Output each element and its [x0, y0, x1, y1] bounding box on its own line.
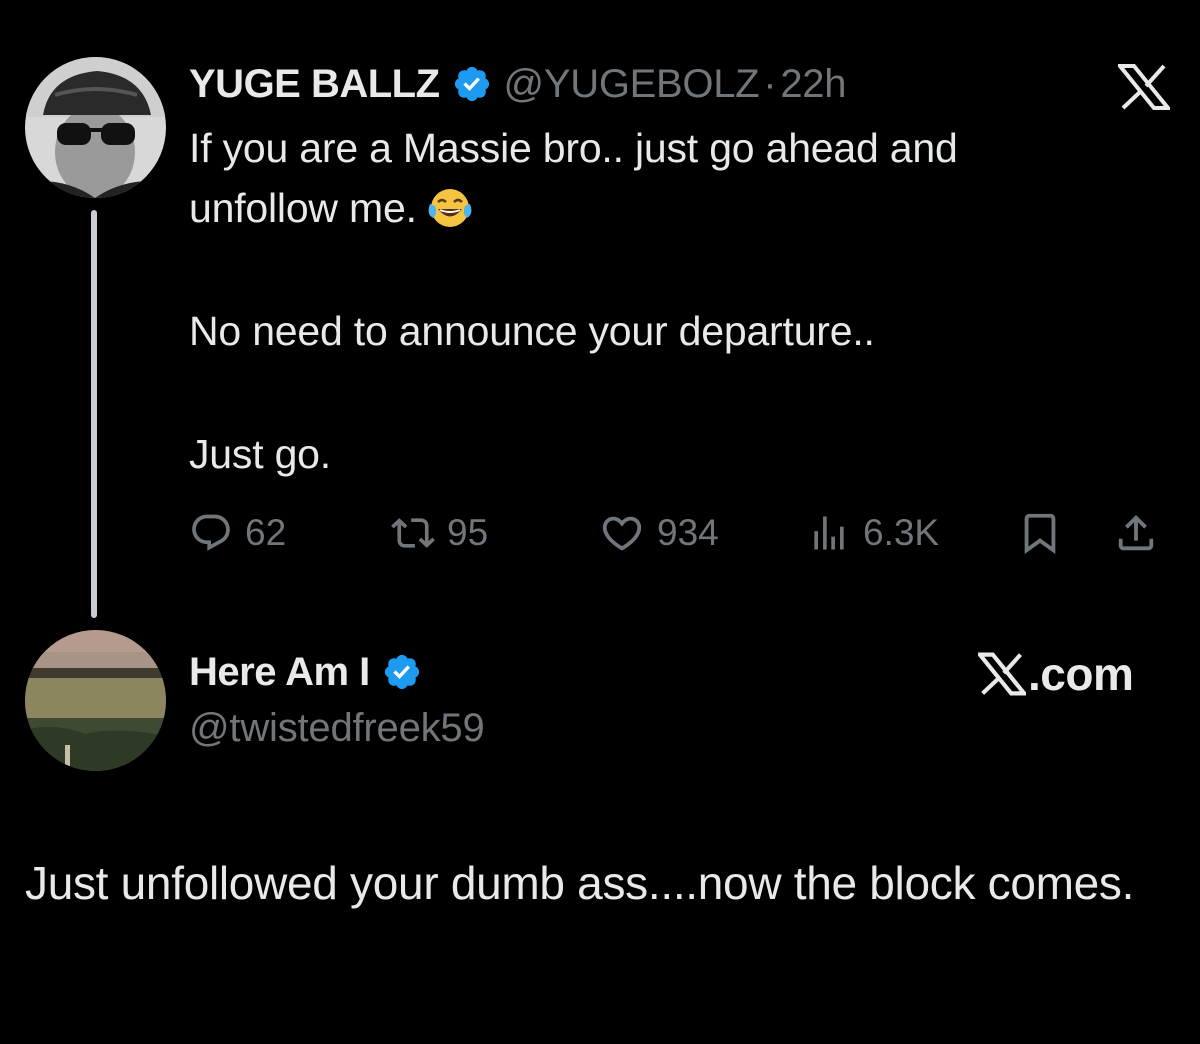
reply-text: Just unfollowed your dumb ass....now the…	[25, 857, 1135, 909]
verified-badge-icon	[384, 654, 419, 690]
x-com-branding: .com	[978, 646, 1134, 702]
views-count: 6.3K	[863, 511, 940, 553]
avatar-yuge-ballz[interactable]	[25, 57, 166, 198]
share-button[interactable]	[1113, 505, 1159, 560]
retweet-count: 95	[447, 511, 489, 553]
avatar-here-am-i[interactable]	[25, 630, 166, 771]
like-button[interactable]: 934	[599, 505, 719, 560]
timestamp[interactable]: 22h	[780, 62, 846, 107]
share-icon	[1118, 514, 1154, 550]
tweet-line-2: unfollow me.	[189, 178, 1169, 238]
quoting-display-name[interactable]: Here Am I	[189, 650, 370, 695]
retweet-button[interactable]: 95	[391, 505, 488, 560]
handle[interactable]: @YUGEBOLZ	[504, 62, 760, 107]
separator-dot: ·	[763, 61, 777, 106]
tweet-line-4: Just go.	[189, 431, 331, 477]
views-button[interactable]: 6.3K	[807, 505, 939, 560]
tweet-actions: 62 95 934 6.3K	[189, 505, 1174, 560]
verified-badge-icon	[454, 66, 489, 102]
views-chart-icon	[814, 516, 844, 549]
tweet-text: If you are a Massie bro.. just go ahead …	[189, 118, 1169, 484]
bookmark-icon	[1024, 513, 1056, 554]
profile-photo-field-icon	[25, 630, 166, 771]
x-logo-icon	[978, 652, 1026, 696]
reply-icon	[192, 514, 230, 551]
like-count: 934	[657, 511, 719, 553]
tweet-header: YUGE BALLZ @YUGEBOLZ · 22h	[189, 58, 846, 110]
reply-count: 62	[245, 511, 287, 553]
tweet-line-1: If you are a Massie bro.. just go ahead …	[189, 125, 958, 171]
x-logo-icon[interactable]	[1118, 64, 1170, 110]
bookmark-button[interactable]	[1017, 505, 1063, 560]
x-com-text: .com	[1028, 648, 1134, 700]
tweet-line-3: No need to announce your departure..	[189, 308, 875, 354]
tweet-line-2-text: unfollow me.	[189, 185, 417, 231]
quoting-user-header: Here Am I	[189, 646, 422, 698]
retweet-icon	[391, 517, 435, 548]
thread-line	[91, 210, 97, 618]
face-with-tears-of-joy-icon	[428, 189, 472, 228]
heart-icon	[602, 516, 642, 551]
display-name[interactable]: YUGE BALLZ	[189, 62, 440, 107]
reply-button[interactable]: 62	[189, 505, 286, 560]
quoting-handle[interactable]: @twistedfreek59	[189, 706, 485, 751]
profile-photo-icon	[25, 57, 166, 198]
